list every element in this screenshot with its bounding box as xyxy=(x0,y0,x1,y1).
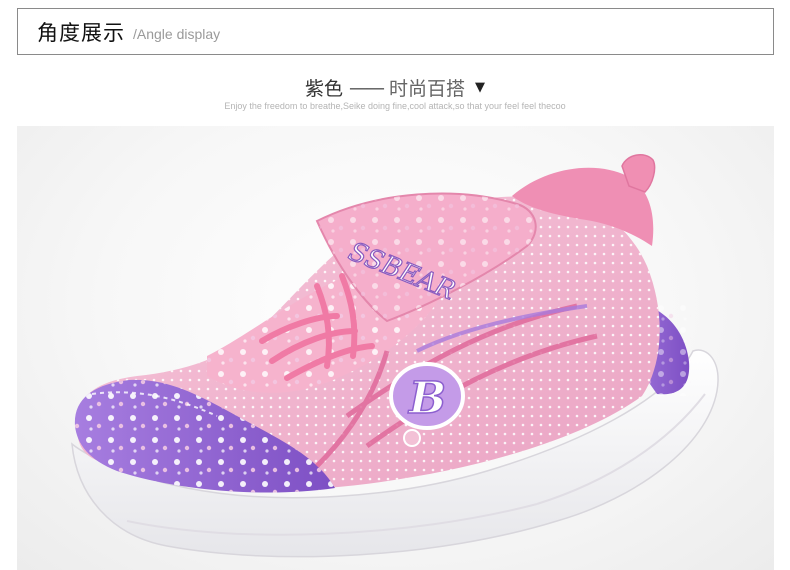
down-arrow-icon: ▼ xyxy=(475,80,486,95)
product-photo: SSBEAR B xyxy=(17,126,774,570)
caption-separator: —— xyxy=(349,76,385,99)
style-name: 时尚百搭 xyxy=(389,78,466,100)
shoe-illustration: SSBEAR B xyxy=(71,154,719,558)
color-caption: 紫色 —— 时尚百搭 ▼ xyxy=(0,74,790,101)
section-subtitle: /Angle display xyxy=(133,25,221,42)
section-header: 角度展示 /Angle display xyxy=(17,8,774,55)
section-title: 角度展示 xyxy=(37,20,125,45)
tagline: Enjoy the freedom to breathe,Seike doing… xyxy=(224,101,566,111)
color-name: 紫色 xyxy=(304,78,343,100)
badge-letter: B xyxy=(407,373,446,424)
